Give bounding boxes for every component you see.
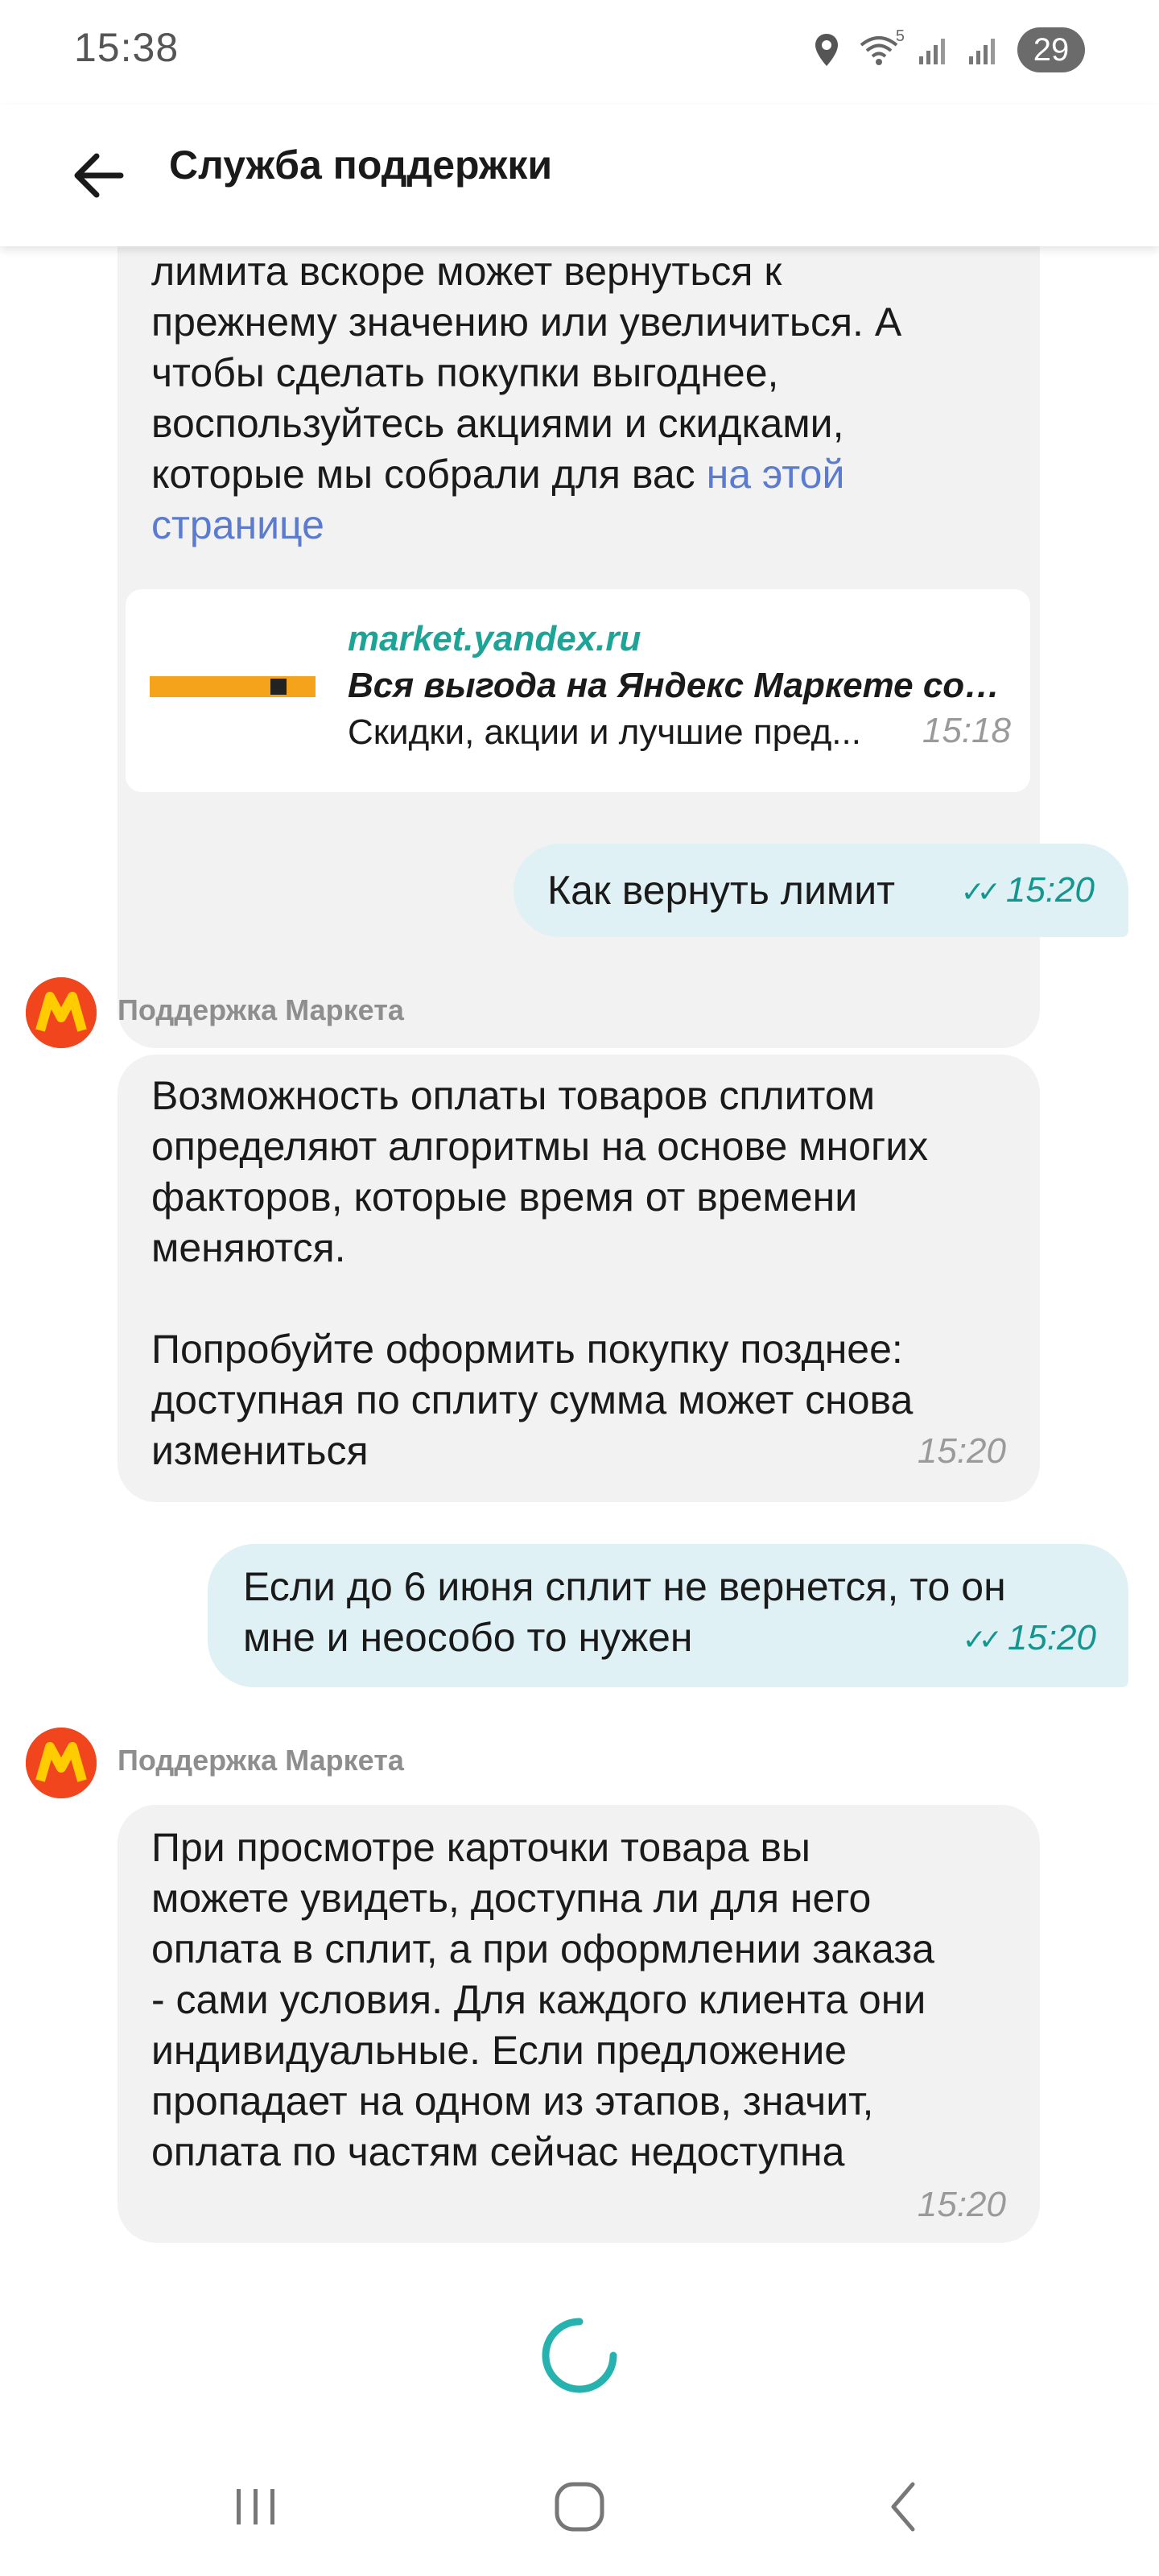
message-bubble: Возможность оплаты товаров сплитом опред…: [118, 1055, 1040, 1502]
message-line: меняются.: [151, 1225, 346, 1270]
message-line: лимита вскоре может вернуться к: [151, 249, 782, 294]
recents-icon: [237, 2489, 274, 2524]
message-line-text: мне и неособо то нужен: [243, 1615, 693, 1660]
message-bubble-outgoing: Если до 6 июня сплит не вернется, то он …: [208, 1544, 1128, 1687]
message-line: можете увидеть, доступна ли для него: [151, 1876, 872, 1921]
message-line: прежнему значению или увеличиться. А: [151, 299, 902, 345]
message-line: измениться 15:20: [151, 1426, 1006, 1476]
yandex-market-logo: [26, 977, 97, 1048]
status-time: 15:38: [74, 25, 179, 70]
wifi-icon: 5: [858, 27, 905, 68]
link-preview-title: Вся выгода на Яндекс Маркете собр...: [348, 666, 1016, 705]
message-bubble: При просмотре карточки товара вы можете …: [118, 1805, 1040, 2243]
message-line: Попробуйте оформить покупку позднее:: [151, 1327, 903, 1372]
message-time: 15:20: [1005, 869, 1095, 910]
sender-name: Поддержка Маркета: [118, 1744, 404, 1777]
promo-link[interactable]: на этой: [707, 452, 845, 497]
yandex-market-logo: [26, 1728, 97, 1798]
arrow-left-icon: [74, 153, 124, 198]
message-line: факторов, которые время от времени: [151, 1174, 858, 1220]
promo-link-continued[interactable]: странице: [151, 502, 324, 547]
message-line-text: которые мы собрали для вас: [151, 452, 707, 497]
avatar: [26, 977, 97, 1048]
location-icon: [813, 32, 840, 68]
signal-icon-2: [967, 34, 1000, 66]
message-line: определяют алгоритмы на основе многих: [151, 1124, 929, 1169]
sender-name: Поддержка Маркета: [118, 993, 404, 1026]
home-icon: [555, 2482, 604, 2532]
app-header: Служба поддержки: [0, 105, 1159, 246]
message-line: оплата в сплит, а при оформлении заказа: [151, 1926, 934, 1971]
message-line: мне и неособо то нужен ✓✓ 15:20: [243, 1612, 1096, 1665]
message-line: которые мы собрали для вас на этой: [151, 449, 1006, 500]
nav-recents-button[interactable]: [208, 2465, 304, 2549]
wifi-label: 5: [895, 27, 905, 45]
message-line: - сами условия. Для каждого клиента они: [151, 1977, 926, 2022]
message-line-text: измениться: [151, 1428, 369, 1473]
message-text: Как вернуть лимит: [547, 867, 896, 913]
message-line: индивидуальные. Если предложение: [151, 2028, 848, 2073]
message-time-row: 15:20: [151, 2178, 1006, 2230]
message-line: воспользуйтесь акциями и скидками,: [151, 401, 844, 446]
link-preview-card[interactable]: market.yandex.ru Вся выгода на Яндекс Ма…: [126, 589, 1030, 792]
message-line: чтобы сделать покупки выгоднее,: [151, 350, 779, 395]
status-bar: 15:38 5 29: [0, 0, 1159, 105]
avatar: [26, 1728, 97, 1798]
signal-icon-1: [918, 34, 950, 66]
link-preview-thumbnail: [150, 676, 316, 697]
message-line: пропадает на одном из этапов, значит,: [151, 2079, 874, 2124]
message-time: 15:18: [922, 711, 1011, 750]
message-time: 15:20: [917, 2185, 1006, 2224]
link-preview-site: market.yandex.ru: [348, 619, 641, 658]
message-bubble-outgoing: Как вернуть лимит ✓✓ 15:20: [514, 844, 1128, 937]
loading-spinner-icon: [542, 2318, 617, 2393]
nav-home-button[interactable]: [531, 2465, 628, 2549]
message-line: доступная по сплиту сумма может снова: [151, 1377, 914, 1422]
nav-back-button[interactable]: [855, 2465, 951, 2549]
message-status: ✓✓ 15:20: [961, 865, 1095, 917]
message-status: ✓✓ 15:20: [963, 1612, 1096, 1665]
chat-feed[interactable]: лимита вскоре может вернуться к прежнему…: [0, 246, 1159, 2436]
message-line: Возможность оплаты товаров сплитом: [151, 1073, 876, 1118]
message-line: оплата по частям сейчас недоступна: [151, 2129, 845, 2174]
status-icons: 5 29: [813, 24, 1085, 76]
message-line: [151, 1274, 1006, 1324]
back-button[interactable]: [56, 134, 140, 217]
message-time: 15:20: [917, 1431, 1006, 1471]
message-line: странице: [151, 500, 1006, 551]
message-time: 15:20: [1007, 1618, 1096, 1657]
message-line: При просмотре карточки товара вы: [151, 1825, 810, 1870]
link-preview-description: Скидки, акции и лучшие пред...: [348, 712, 861, 752]
battery-indicator: 29: [1017, 27, 1085, 72]
page-title: Служба поддержки: [169, 142, 553, 188]
read-ticks-icon: ✓✓: [962, 1623, 1003, 1656]
back-icon: [891, 2482, 915, 2532]
system-nav-bar: [0, 2436, 1159, 2576]
message-line: Если до 6 июня сплит не вернется, то он: [243, 1564, 1006, 1609]
read-ticks-icon: ✓✓: [960, 874, 1001, 908]
